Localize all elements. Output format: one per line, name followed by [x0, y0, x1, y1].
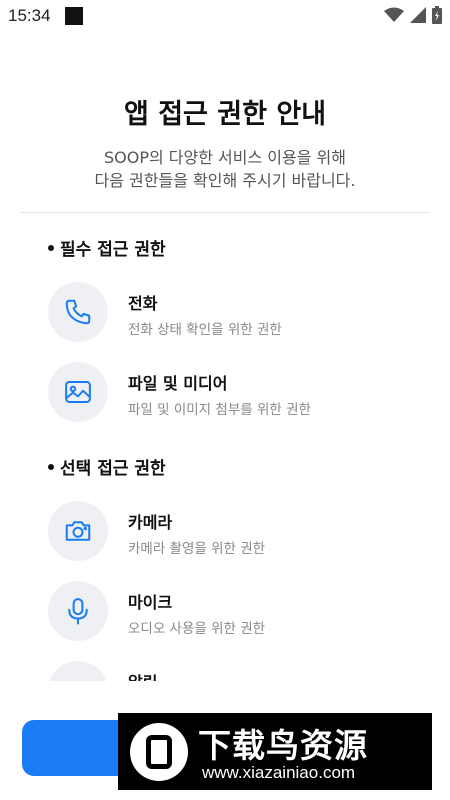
image-icon — [48, 362, 108, 422]
camera-icon — [48, 501, 108, 561]
status-time: 15:34 — [8, 6, 51, 25]
permission-desc: 전화 상태 확인을 위한 권한 — [128, 322, 282, 338]
subtitle-line-2: 다음 권한들을 확인해 주시기 바랍니다. — [94, 171, 356, 190]
permission-name: 마이크 — [128, 593, 173, 612]
watermark-title: 下载鸟资源 — [198, 726, 368, 765]
watermark-url: www.xiazainiao.com — [202, 763, 356, 782]
section-title-optional-label: 선택 접근 권한 — [60, 459, 166, 479]
section-title-required: 필수 접근 권한 — [48, 235, 166, 260]
section-title-optional: 선택 접근 권한 — [48, 454, 166, 479]
permission-item-notification: 알림 — [48, 661, 428, 681]
page-title: 앱 접근 권한 안내 — [123, 99, 327, 130]
permission-name: 알림 — [128, 669, 157, 681]
battery-icon — [432, 6, 442, 24]
status-icons — [384, 6, 442, 24]
section-title-required-label: 필수 접근 권한 — [60, 240, 166, 260]
permission-item-phone: 전화 전화 상태 확인을 위한 권한 — [48, 282, 428, 346]
notification-icon — [65, 7, 83, 25]
permission-name: 파일 및 미디어 — [128, 374, 228, 393]
permission-item-files-media: 파일 및 미디어 파일 및 이미지 첨부를 위한 권한 — [48, 362, 428, 426]
permission-item-microphone: 마이크 오디오 사용을 위한 권한 — [48, 581, 428, 645]
watermark-logo-icon — [130, 723, 188, 781]
bullet-icon — [48, 464, 54, 470]
permission-desc: 오디오 사용을 위한 권한 — [128, 621, 266, 637]
permission-list[interactable]: 필수 접근 권한 전화 전화 상태 확인을 위한 권한 파일 및 미디어 파일 … — [0, 213, 450, 681]
permission-name: 카메라 — [128, 513, 173, 532]
bell-icon — [48, 661, 108, 681]
permission-item-camera: 카메라 카메라 촬영을 위한 권한 — [48, 501, 428, 565]
permission-desc: 카메라 촬영을 위한 권한 — [128, 541, 266, 557]
permission-desc: 파일 및 이미지 첨부를 위한 권한 — [128, 402, 311, 418]
bullet-icon — [48, 245, 54, 251]
page-subtitle: SOOP의 다양한 서비스 이용을 위해 다음 권한들을 확인해 주시기 바랍니… — [0, 146, 450, 192]
watermark-banner: 下载鸟资源 www.xiazainiao.com — [118, 713, 432, 790]
wifi-icon — [384, 7, 404, 22]
microphone-icon — [48, 581, 108, 641]
status-bar: 15:34 — [0, 0, 450, 34]
signal-icon — [410, 7, 426, 23]
subtitle-line-1: SOOP의 다양한 서비스 이용을 위해 — [104, 148, 346, 167]
permission-name: 전화 — [128, 294, 158, 313]
phone-icon — [48, 282, 108, 342]
